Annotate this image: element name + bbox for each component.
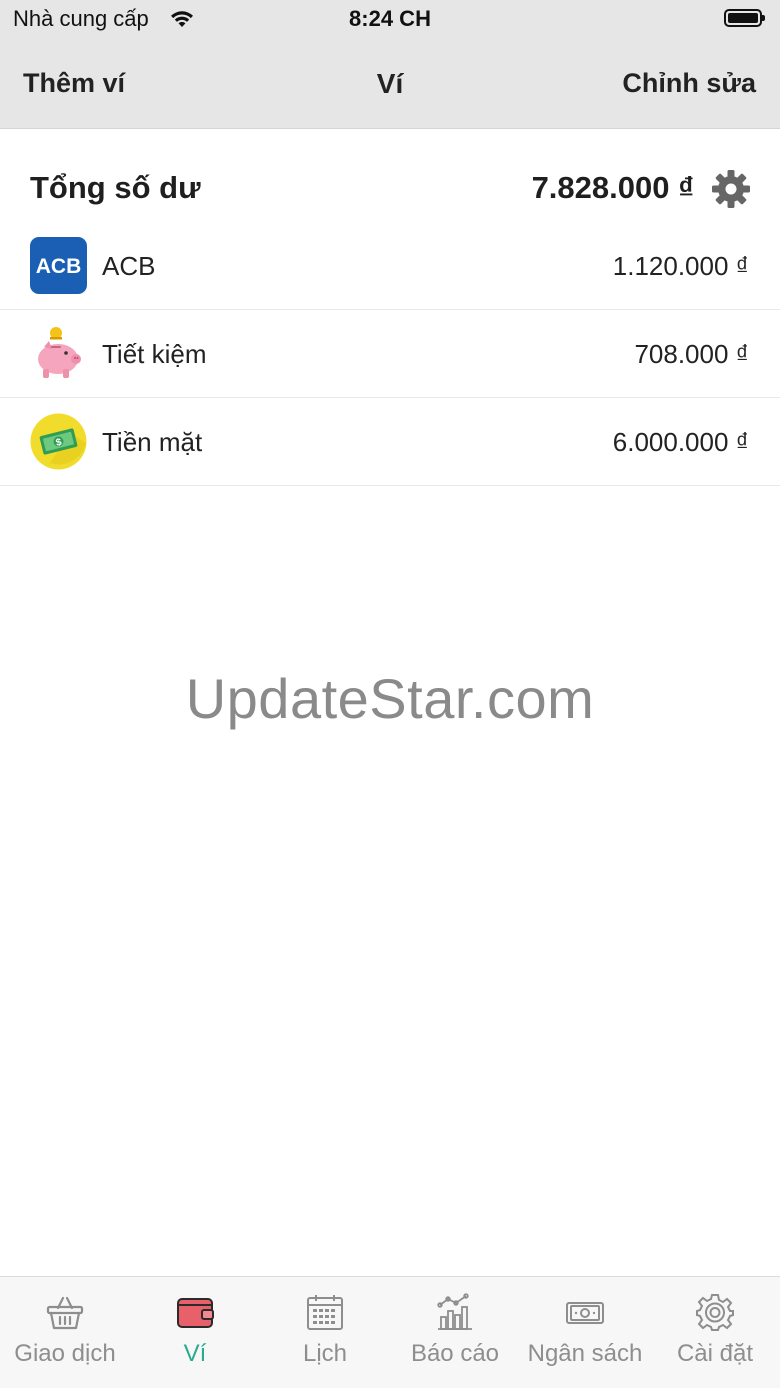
tab-label: Cài đặt (676, 1340, 754, 1367)
tab-reports[interactable]: Báo cáo (390, 1277, 520, 1388)
tab-calendar[interactable]: Lịch (260, 1277, 390, 1388)
gear-icon (696, 1293, 734, 1331)
calendar-icon (306, 1293, 344, 1331)
header: Nhà cung cấp 8:24 CH Thêm ví Ví Chỉnh sử… (0, 0, 780, 129)
wallet-row-savings[interactable]: Tiết kiệm 708.000 ₫ (0, 310, 780, 398)
svg-text:ACB: ACB (36, 255, 82, 278)
edit-button[interactable]: Chỉnh sửa (622, 68, 756, 99)
tab-label: Lịch (302, 1340, 348, 1367)
tab-transactions[interactable]: Giao dịch (0, 1277, 130, 1388)
watermark: UpdateStar.com (185, 667, 595, 730)
total-balance-label: Tổng số dư (30, 170, 201, 205)
tab-bar: Giao dịch Ví Lịch Báo cáo Ngân sách Cài … (0, 1276, 780, 1388)
wallet-name: Tiền mặt (102, 427, 203, 457)
nav-bar: Thêm ví Ví Chỉnh sửa (0, 48, 780, 118)
cash-icon: $ (30, 413, 87, 470)
tab-label: Báo cáo (410, 1340, 500, 1367)
battery-icon (724, 9, 765, 27)
tab-label: Ví (183, 1340, 207, 1367)
wallet-row-acb[interactable]: ACB ACB 1.120.000 ₫ (0, 222, 780, 310)
total-balance-row: Tổng số dư 7.828.000 ₫ (0, 140, 780, 230)
tab-label: Ngân sách (527, 1340, 643, 1367)
piggy-bank-icon (30, 325, 87, 382)
wallet-amount: 1.120.000 ₫ (612, 251, 749, 281)
total-balance-amount: 7.828.000 ₫ (531, 170, 694, 205)
settings-gear-icon[interactable] (710, 168, 752, 210)
basket-icon (46, 1293, 84, 1331)
wallet-row-cash[interactable]: $ Tiền mặt 6.000.000 ₫ (0, 398, 780, 486)
tab-budget[interactable]: Ngân sách (520, 1277, 650, 1388)
wallet-name: Tiết kiệm (102, 339, 207, 369)
wallet-list: ACB ACB 1.120.000 ₫ Tiết kiệm 708.000 ₫ (0, 222, 780, 486)
status-time: 8:24 CH (349, 6, 431, 31)
add-wallet-button[interactable]: Thêm ví (23, 68, 125, 99)
acb-logo-icon: ACB (30, 237, 87, 294)
status-bar: Nhà cung cấp 8:24 CH (0, 0, 780, 40)
budget-money-icon (566, 1293, 604, 1331)
tab-settings[interactable]: Cài đặt (650, 1277, 780, 1388)
tab-label: Giao dịch (14, 1340, 116, 1367)
report-chart-icon (436, 1293, 474, 1331)
wallet-icon (176, 1293, 214, 1331)
wallet-name: ACB (102, 251, 156, 281)
wallet-amount: 6.000.000 ₫ (612, 427, 749, 457)
wallet-amount: 708.000 ₫ (634, 339, 749, 369)
tab-wallet[interactable]: Ví (130, 1277, 260, 1388)
